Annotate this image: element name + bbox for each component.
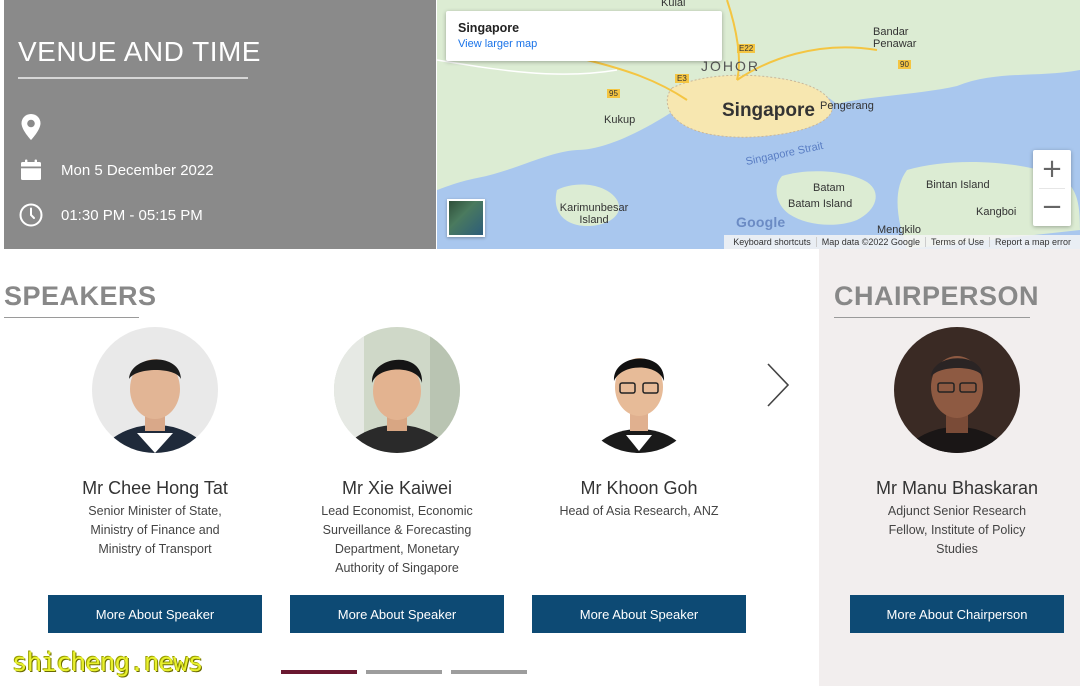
speakers-heading: SPEAKERS <box>4 281 157 311</box>
chairperson-role: Adjunct Senior Research Fellow, Institut… <box>887 504 1027 556</box>
map-label-95: 95 <box>607 89 620 98</box>
zoom-out-button[interactable]: − <box>1033 188 1071 226</box>
speaker-name: Mr Khoon Goh <box>580 478 698 498</box>
speaker-name: Mr Chee Hong Tat <box>82 478 228 498</box>
chairperson-name: Mr Manu Bhaskaran <box>875 478 1039 498</box>
map-label-karimunbesar-island: Karimunbesar Island <box>559 202 629 226</box>
zoom-in-button[interactable]: + <box>1033 150 1071 188</box>
speaker-photo <box>576 327 702 453</box>
map-label-bintan-island: Bintan Island <box>926 179 990 191</box>
more-about-speaker-button[interactable]: More About Speaker <box>48 595 262 633</box>
venue-date-row: Mon 5 December 2022 <box>18 157 214 183</box>
map-footer: Keyboard shortcuts Map data ©2022 Google… <box>724 235 1080 249</box>
chairperson-heading: CHAIRPERSON <box>834 281 1040 311</box>
map-label-batam-island: Batam Island <box>788 198 853 210</box>
terms-of-use-link[interactable]: Terms of Use <box>924 237 989 247</box>
satellite-toggle-button[interactable] <box>447 199 485 237</box>
more-about-speaker-button[interactable]: More About Speaker <box>290 595 504 633</box>
map-label-pengerang: Pengerang <box>820 100 874 112</box>
venue-panel: VENUE AND TIME Mon 5 December 2022 01:30… <box>4 0 436 249</box>
speakers-heading-underline <box>4 317 139 318</box>
map-label-e3: E3 <box>675 74 689 83</box>
map-pin-icon <box>18 114 44 140</box>
chairperson-heading-underline <box>834 317 1030 318</box>
calendar-icon <box>18 157 44 183</box>
google-logo: Google <box>736 214 786 230</box>
map-label-kangboi: Kangboi <box>976 206 1017 218</box>
speaker-role: Senior Minister of State, Ministry of Fi… <box>88 504 222 556</box>
map-label-batam: Batam <box>813 182 845 194</box>
carousel-pagination <box>281 670 531 674</box>
map-label-kulai: Kulai <box>661 0 686 9</box>
map-info-card: Singapore View larger map <box>446 11 722 61</box>
more-about-speaker-button[interactable]: More About Speaker <box>532 595 746 633</box>
carousel-dot-1[interactable] <box>281 670 357 674</box>
watermark: shicheng.news <box>12 648 203 678</box>
chevron-right-icon[interactable] <box>760 360 794 410</box>
map-label-90: 90 <box>898 60 911 69</box>
speaker-photo <box>92 327 218 453</box>
clock-icon <box>18 202 44 228</box>
speaker-name: Mr Xie Kaiwei <box>341 478 453 498</box>
speaker-photo <box>334 327 460 453</box>
map-label-e22: E22 <box>737 44 756 53</box>
chairperson-photo <box>894 327 1020 453</box>
map-label-bandar-penawar: Bandar Penawar <box>873 26 917 50</box>
venue-date: Mon 5 December 2022 <box>61 161 214 179</box>
map-label-kukup: Kukup <box>604 114 636 126</box>
keyboard-shortcuts-link[interactable]: Keyboard shortcuts <box>728 237 816 247</box>
map-card-title: Singapore <box>458 21 520 35</box>
venue-title: VENUE AND TIME <box>18 36 261 67</box>
venue-time: 01:30 PM - 05:15 PM <box>61 206 203 224</box>
more-about-chairperson-button[interactable]: More About Chairperson <box>850 595 1064 633</box>
carousel-dot-2[interactable] <box>366 670 442 674</box>
map-label-singapore: Singapore <box>722 100 815 121</box>
map-zoom-controls: + − <box>1033 150 1071 226</box>
report-map-error-link[interactable]: Report a map error <box>988 237 1076 247</box>
view-larger-map-link[interactable]: View larger map <box>458 38 710 50</box>
venue-location-row <box>18 114 61 140</box>
map-data-attribution: Map data ©2022 Google <box>815 237 925 247</box>
embedded-map[interactable]: Kulai Bandar Penawar JOHOR Singapore Pen… <box>437 0 1080 249</box>
speaker-role: Lead Economist, Economic Surveillance & … <box>321 504 473 575</box>
venue-time-row: 01:30 PM - 05:15 PM <box>18 202 203 228</box>
venue-title-underline <box>18 77 248 79</box>
speaker-role: Head of Asia Research, ANZ <box>559 504 719 518</box>
carousel-dot-3[interactable] <box>451 670 527 674</box>
